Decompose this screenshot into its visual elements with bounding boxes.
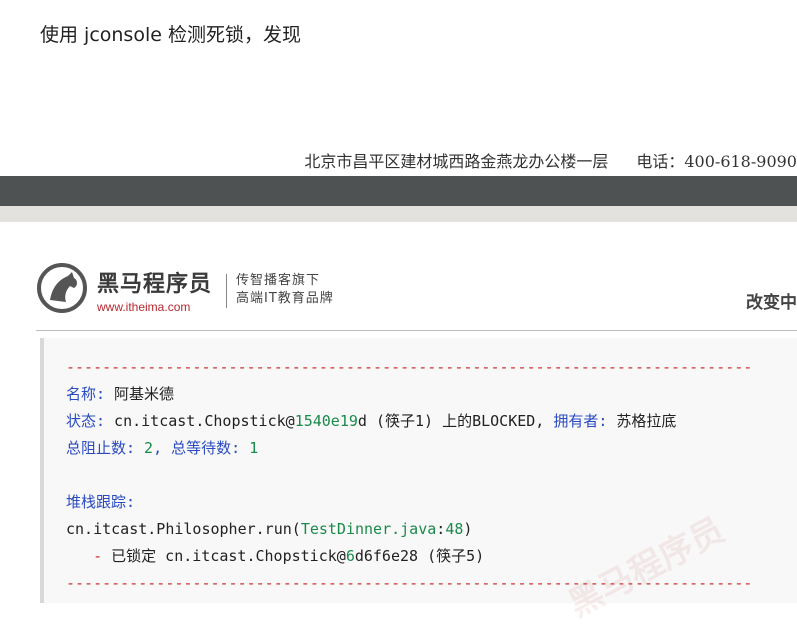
brand-slogan: 传智播客旗下 高端IT教育品牌	[236, 272, 334, 308]
intro-text: 使用 jconsole 检测死锁，发现	[40, 24, 301, 46]
state-hash-a: 1540e19	[294, 412, 358, 430]
horse-logo-icon	[37, 263, 87, 313]
footer-dark-band	[0, 176, 797, 206]
slogan-line-1: 传智播客旗下	[236, 273, 321, 288]
footer-address: 北京市昌平区建材城西路金燕龙办公楼一层	[304, 152, 609, 171]
header-rule	[36, 330, 797, 331]
brand-name: 黑马程序员	[97, 272, 213, 297]
lock-hash-b: d6f6e28 (筷子5)	[354, 547, 485, 565]
lock-hash-a: 6	[345, 547, 355, 565]
state-hash-b: d	[357, 412, 367, 430]
blocked-label: 总阻止数:	[66, 439, 136, 457]
blocked-value: 2	[135, 439, 154, 457]
stack-label: 堆栈跟踪:	[66, 493, 136, 511]
frame-post: )	[463, 520, 473, 538]
wait-label: , 总等待数:	[153, 439, 241, 457]
owner-label: 拥有者:	[544, 412, 608, 430]
footer-address-line: 北京市昌平区建材城西路金燕龙办公楼一层 电话：400-618-9090	[304, 148, 797, 172]
slogan-line-2: 高端IT教育品牌	[236, 291, 334, 306]
footer-light-band	[0, 206, 797, 222]
frame-sep: :	[436, 520, 446, 538]
state-pre: cn.itcast.Chopstick@	[105, 412, 295, 430]
lock-dash: -	[66, 547, 112, 565]
wait-value: 1	[240, 439, 259, 457]
name-value: 阿基米德	[105, 385, 175, 403]
owner-value: 苏格拉底	[607, 412, 677, 430]
brand-url: www.itheima.com	[97, 300, 191, 314]
footer-phone: 电话：400-618-9090	[636, 152, 797, 171]
frame-line: 48	[445, 520, 464, 538]
header-right-title: 改变中	[746, 293, 797, 313]
lock-pre: 已锁定 cn.itcast.Chopstick@	[111, 547, 346, 565]
name-label: 名称:	[66, 385, 106, 403]
state-post: (筷子1) 上的BLOCKED,	[366, 412, 545, 430]
frame-file: TestDinner.java	[300, 520, 437, 538]
frame-pre: cn.itcast.Philosopher.run(	[66, 520, 301, 538]
brand-block: 黑马程序员 www.itheima.com	[97, 266, 212, 314]
brand-divider	[226, 274, 227, 308]
state-label: 状态:	[66, 412, 106, 430]
dash-separator-top: ----------------------------------------…	[66, 358, 753, 376]
